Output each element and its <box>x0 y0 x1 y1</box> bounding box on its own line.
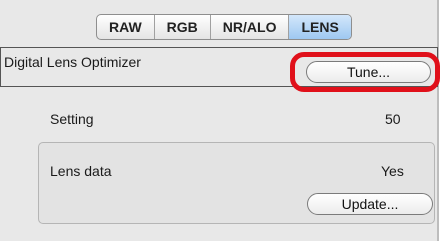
lens-data-label: Lens data <box>50 163 112 179</box>
tune-button[interactable]: Tune... <box>306 61 431 83</box>
tab-bar: RAW RGB NR/ALO LENS <box>96 14 352 40</box>
tab-raw[interactable]: RAW <box>97 15 154 39</box>
setting-label: Setting <box>50 111 94 127</box>
setting-value: 50 <box>385 111 401 127</box>
tab-rgb[interactable]: RGB <box>153 15 210 39</box>
update-button[interactable]: Update... <box>307 193 433 215</box>
tab-lens[interactable]: LENS <box>288 15 351 39</box>
digital-lens-optimizer-label: Digital Lens Optimizer <box>4 54 141 70</box>
tool-palette-panel: RAW RGB NR/ALO LENS Digital Lens Optimiz… <box>0 0 440 241</box>
lens-data-value: Yes <box>381 163 404 179</box>
tab-nr-alo[interactable]: NR/ALO <box>209 15 289 39</box>
